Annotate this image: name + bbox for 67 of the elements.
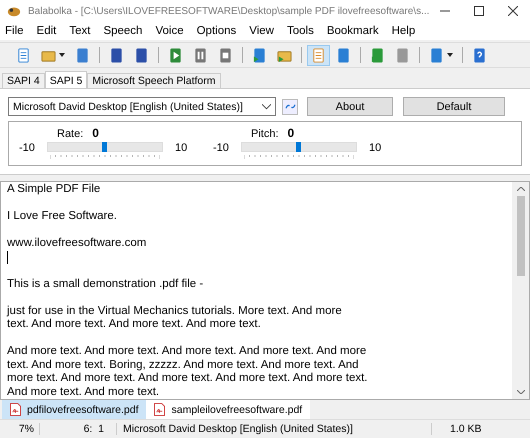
slider-label: Pitch:: [251, 128, 279, 140]
window-title: Balabolka - [C:\Users\ILOVEFREESOFTWARE\Desktop\sample PDF ilovefreesoftware\s...: [28, 6, 430, 16]
text-paragraph: www.ilovefreesoftware.com: [7, 237, 148, 250]
document-tab[interactable]: pdfilovefreesoftware.pdf: [2, 400, 146, 419]
refresh-button[interactable]: [282, 98, 298, 114]
toolbar-icon: [472, 48, 487, 62]
menu-item[interactable]: File: [5, 25, 24, 37]
toolbar-icon: [311, 48, 326, 62]
toolbar-icon: [193, 48, 208, 62]
slider-max: 10: [175, 142, 188, 154]
scroll-thumb[interactable]: [516, 196, 524, 276]
toolbar-icon: [252, 48, 267, 62]
voice-status: Microsoft David Desktop [English (United States)]: [117, 423, 432, 435]
toolbar-icon: [168, 48, 183, 62]
text-paragraph: I Love Free Software.: [7, 210, 118, 224]
refresh-icon: [284, 103, 296, 110]
menu-item[interactable]: View: [249, 25, 274, 37]
scroll-up-icon[interactable]: [516, 187, 524, 191]
default-button[interactable]: Default: [403, 97, 505, 116]
toolbar-icon: [395, 48, 410, 62]
about-button[interactable]: About: [307, 97, 393, 116]
zoom-status: 7%: [0, 423, 40, 435]
slider-track[interactable]: [241, 142, 357, 152]
scrollbar[interactable]: [512, 182, 529, 399]
toolbar-icon: [109, 48, 124, 62]
toolbar-icon: [218, 48, 233, 62]
toolbar-icon: [429, 48, 444, 62]
slider-thumb[interactable]: [296, 142, 301, 152]
close-icon[interactable]: [508, 6, 518, 16]
menu-item[interactable]: Help: [392, 25, 416, 37]
engine-tab[interactable]: Microsoft Speech Platform: [87, 73, 221, 88]
slider-track[interactable]: [47, 142, 163, 152]
maximize-icon[interactable]: [474, 6, 484, 16]
slider-label: Rate:: [57, 128, 84, 140]
toolbar-icon: [134, 48, 149, 62]
pdf-file-icon: [154, 403, 166, 416]
menu-item[interactable]: Text: [69, 25, 90, 37]
voice-dropdown[interactable]: Microsoft David Desktop [English (United States)]: [8, 97, 276, 116]
text-paragraph: A Simple PDF File: [7, 183, 102, 196]
chevron-down-icon: [262, 104, 271, 110]
toolbar-button[interactable]: [307, 44, 330, 66]
slider-max: 10: [369, 142, 382, 154]
scroll-down-icon[interactable]: [516, 390, 524, 394]
pdf-file-icon: [10, 403, 21, 416]
toolbar-icon: [370, 48, 385, 62]
menu-item[interactable]: Bookmark: [326, 25, 379, 37]
text-paragraph: This is a small demonstration .pdf file -: [7, 278, 204, 291]
menu-item[interactable]: Voice: [155, 25, 184, 37]
text-paragraph: And more text. And more text. And more text. And more text. And more text. And more text. Boring, zzzzz. And more text. And more text. And more text. And more text. And more text. And more text. And more text. And more text. And more text.: [7, 345, 369, 399]
text-paragraph: just for use in the Virtual Mechanics tutorials. More text. And more text. And more text. And more text. And more text.: [7, 304, 343, 332]
engine-tab[interactable]: SAPI 4: [2, 73, 45, 88]
toolbar-icon: [336, 48, 351, 62]
engine-tab[interactable]: SAPI 5: [44, 71, 88, 88]
cursor-position: 6: 1: [40, 423, 117, 435]
slider-min: -10: [19, 142, 36, 154]
slider-value: 0: [288, 126, 294, 140]
document-tab[interactable]: sampleilovefreesoftware.pdf: [146, 400, 310, 419]
menu-item[interactable]: Edit: [36, 25, 56, 37]
slider-min: -10: [213, 142, 230, 154]
menu-item[interactable]: Tools: [286, 25, 314, 37]
toolbar-icon: [75, 48, 90, 62]
slider-thumb[interactable]: [102, 142, 107, 152]
toolbar-icon: [16, 48, 31, 62]
menu-item[interactable]: Options: [196, 25, 236, 37]
slider-value: 0: [92, 126, 99, 140]
menu-item[interactable]: Speech: [103, 25, 142, 37]
file-size: 1.0 KB: [449, 423, 483, 435]
